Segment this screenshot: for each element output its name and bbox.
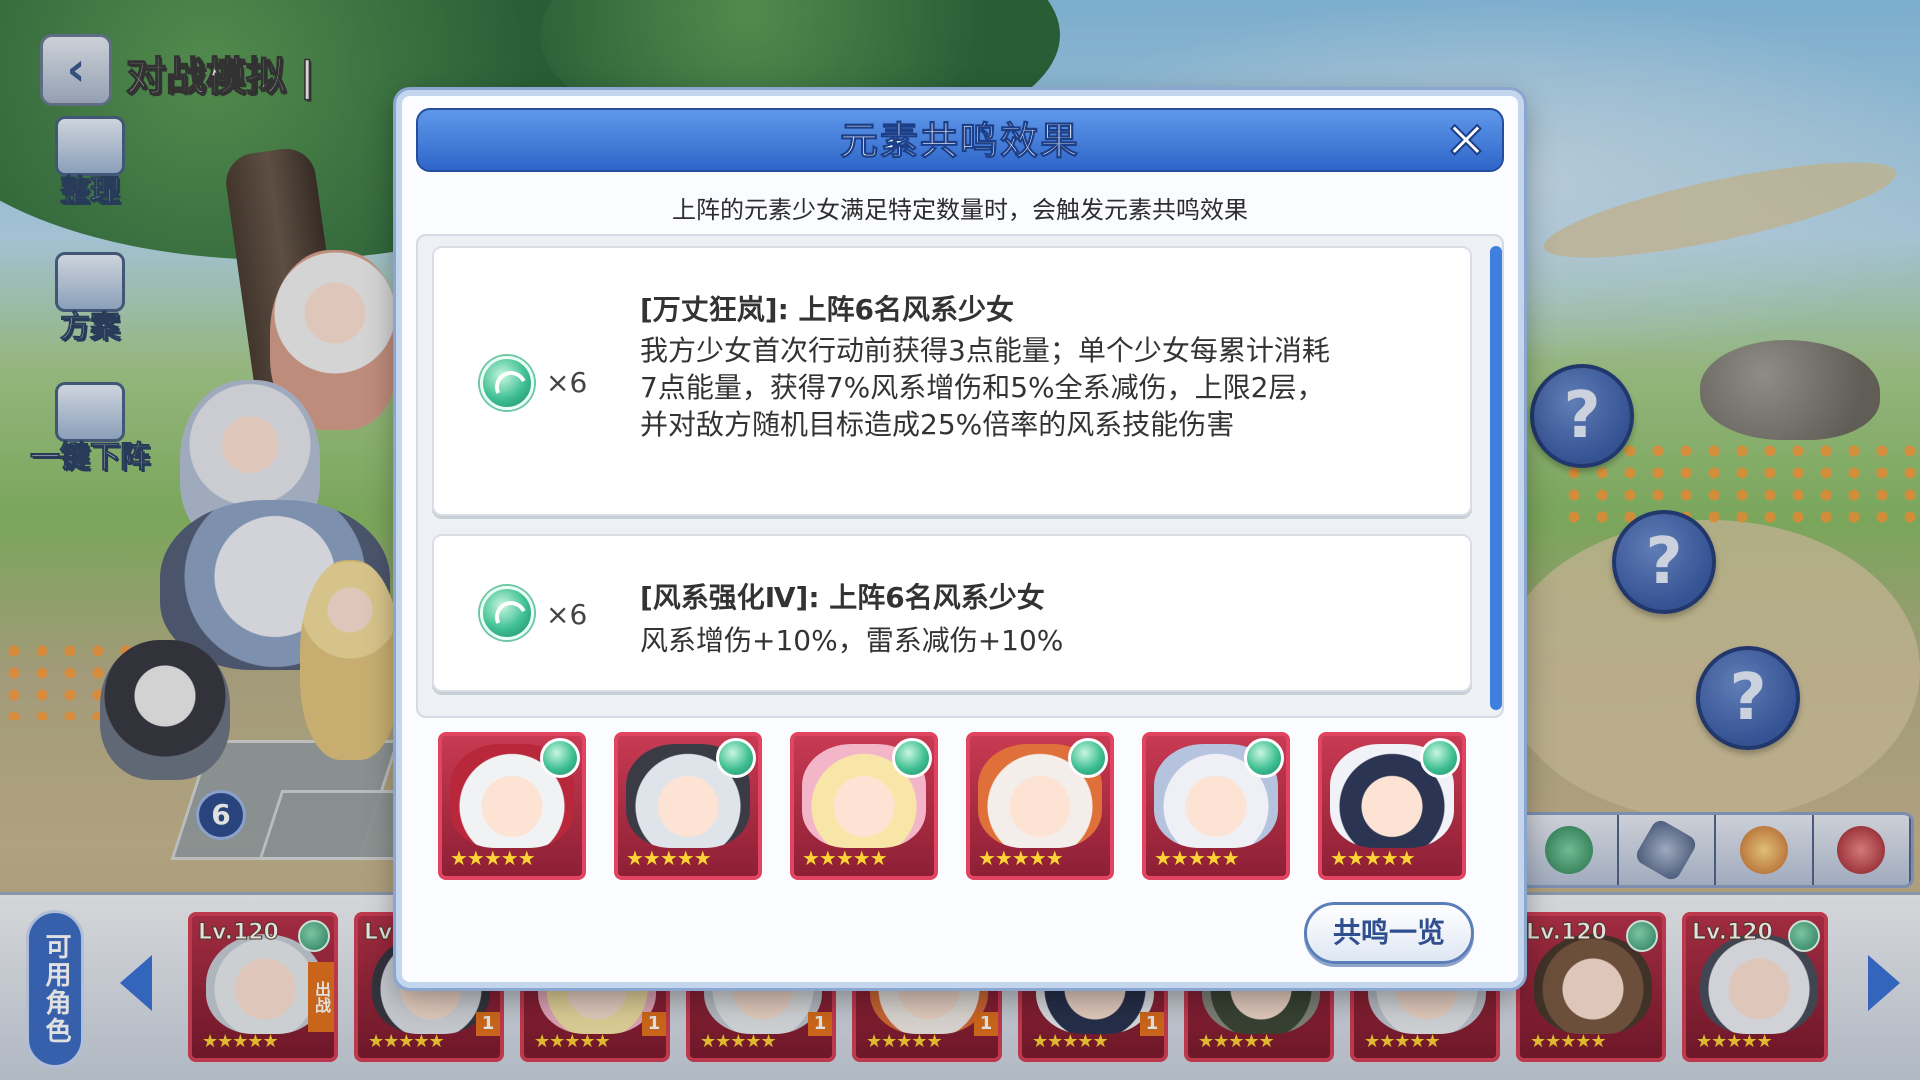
resonance-overview-button[interactable]: 共鸣一览: [1304, 902, 1474, 964]
effect-title: [风系强化Ⅳ]: 上阵6名风系少女: [640, 581, 1045, 614]
effect-description: 风系增伤+10%，雷系减伤+10%: [640, 624, 1064, 657]
element-count: ×6: [546, 598, 588, 631]
resonance-effect-card: ×6 [万丈狂岚]: 上阵6名风系少女 我方少女首次行动前获得3点能量；单个少女…: [432, 246, 1472, 516]
star-rating: ★★★★★: [978, 846, 1064, 870]
scrollbar-thumb[interactable]: [1490, 246, 1502, 710]
dialog-title: 元素共鸣效果: [839, 119, 1080, 164]
wind-element-icon: [892, 738, 932, 778]
close-button[interactable]: ✕: [1442, 115, 1490, 167]
effects-scrollbar[interactable]: [1490, 246, 1502, 710]
wind-element-icon: [1244, 738, 1284, 778]
dialog-subtitle: 上阵的元素少女满足特定数量时，会触发元素共鸣效果: [672, 196, 1248, 224]
member-card[interactable]: ★★★★★: [790, 732, 938, 880]
element-count: ×6: [546, 366, 588, 399]
dialog-header: 元素共鸣效果 ✕: [416, 108, 1504, 172]
effects-list[interactable]: ×6 [万丈狂岚]: 上阵6名风系少女 我方少女首次行动前获得3点能量；单个少女…: [416, 234, 1504, 718]
star-rating: ★★★★★: [1330, 846, 1416, 870]
member-card[interactable]: ★★★★★: [614, 732, 762, 880]
member-card[interactable]: ★★★★★: [1318, 732, 1466, 880]
star-rating: ★★★★★: [450, 846, 536, 870]
resonance-effect-card: ×6 [风系强化Ⅳ]: 上阵6名风系少女 风系增伤+10%，雷系减伤+10%: [432, 534, 1472, 692]
effect-title: [万丈狂岚]: 上阵6名风系少女: [640, 293, 1015, 326]
wind-element-icon: [716, 738, 756, 778]
deployed-members-row: ★★★★★ ★★★★★ ★★★★★ ★★★★★ ★★★★★ ★★★★★: [438, 732, 1466, 882]
member-card[interactable]: ★★★★★: [966, 732, 1114, 880]
star-rating: ★★★★★: [1154, 846, 1240, 870]
wind-element-icon: [1068, 738, 1108, 778]
effect-description: 我方少女首次行动前获得3点能量；单个少女每累计消耗7点能量，获得7%风系增伤和5…: [640, 334, 1330, 441]
star-rating: ★★★★★: [802, 846, 888, 870]
wind-element-icon: [480, 586, 534, 640]
wind-element-icon: [540, 738, 580, 778]
member-card[interactable]: ★★★★★: [438, 732, 586, 880]
star-rating: ★★★★★: [626, 846, 712, 870]
wind-element-icon: [480, 356, 534, 410]
wind-element-icon: [1420, 738, 1460, 778]
close-icon: ✕: [1444, 112, 1488, 170]
member-card[interactable]: ★★★★★: [1142, 732, 1290, 880]
element-resonance-dialog: 元素共鸣效果 ✕ 上阵的元素少女满足特定数量时，会触发元素共鸣效果 ×6 [万丈…: [396, 90, 1524, 988]
